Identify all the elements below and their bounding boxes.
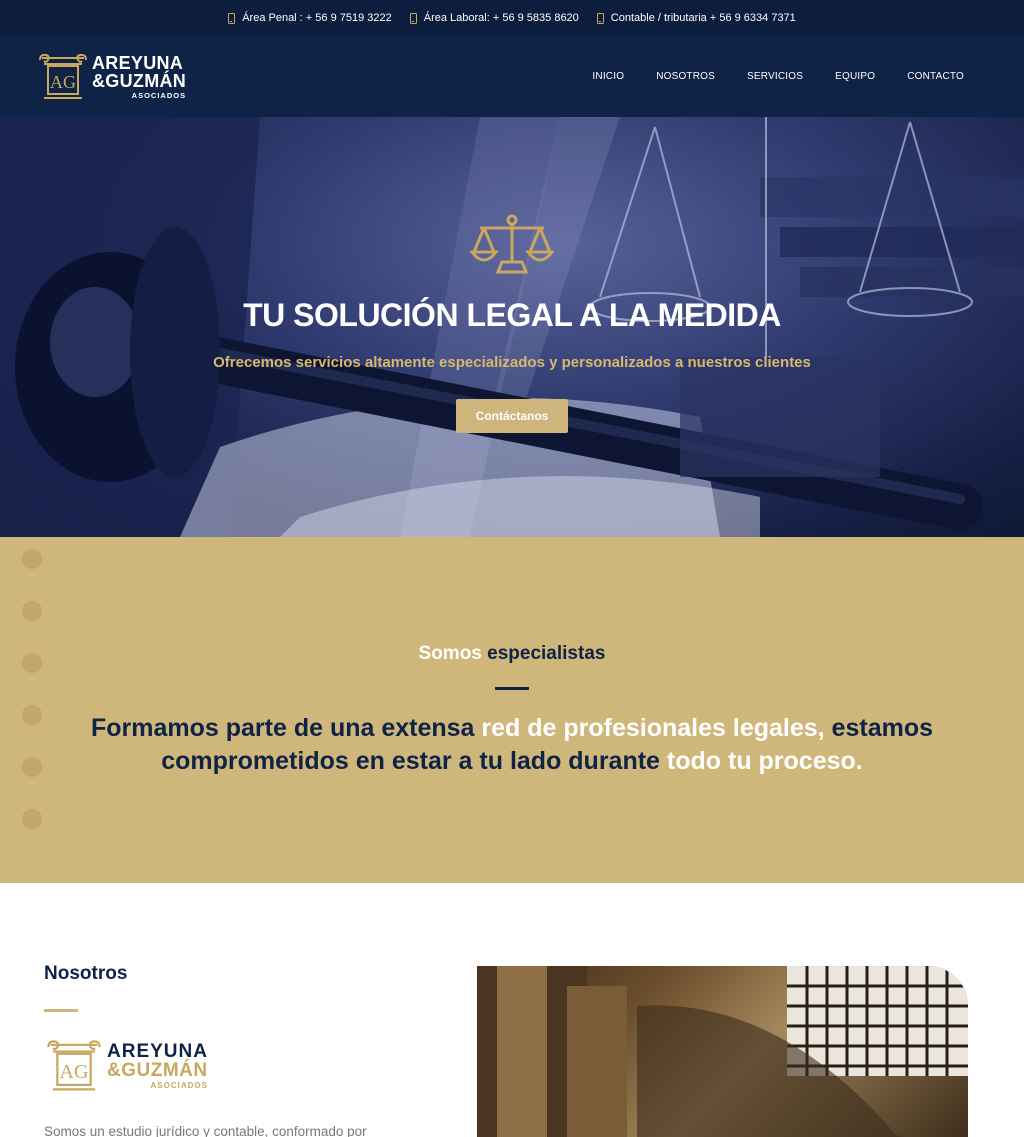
brand-logo[interactable]: AG AREYUNA &GUZMÁN ASOCIADOS — [36, 50, 186, 104]
dot — [22, 757, 42, 777]
kicker-part-b: especialistas — [487, 643, 606, 664]
statement-highlight-1: red de profesionales legales, — [481, 714, 825, 742]
topbar-phone-contable[interactable]: Contable / tributaria + 56 9 6334 7371 — [596, 12, 796, 24]
nav-contacto[interactable]: CONTACTO — [907, 71, 964, 82]
brand-line2: &GUZMÁN — [92, 70, 187, 91]
statement-text-1: Formamos parte de una extensa — [91, 714, 482, 742]
decorative-dots — [22, 549, 42, 829]
brand-wordmark: AREYUNA &GUZMÁN ASOCIADOS — [92, 54, 186, 100]
column-monogram-icon: AG — [47, 1040, 101, 1091]
brand-line3: ASOCIADOS — [131, 90, 187, 100]
topbar-phone-laboral[interactable]: Área Laboral: + 56 9 5835 8620 — [409, 12, 579, 24]
hero-title: TU SOLUCIÓN LEGAL A LA MEDIDA — [243, 297, 781, 333]
specialists-statement: Formamos parte de una extensa red de pro… — [62, 712, 962, 778]
specialists-heading: Somos especialistas — [0, 537, 1024, 665]
brand-line3: ASOCIADOS — [150, 1081, 208, 1090]
statement-highlight-2: todo tu proceso. — [666, 747, 863, 775]
svg-text:AG: AG — [60, 1061, 89, 1083]
phone-icon — [596, 12, 604, 24]
main-nav: INICIO NOSOTROS SERVICIOS EQUIPO CONTACT… — [560, 71, 964, 82]
phone-icon — [228, 12, 236, 24]
section-divider — [495, 687, 529, 690]
phone-icon — [409, 12, 417, 24]
about-text-column: Nosotros AG AREYUNA &GUZMÁN ASOCIADOS So… — [44, 963, 424, 1137]
building-interior-image — [477, 966, 968, 1137]
about-section: Nosotros AG AREYUNA &GUZMÁN ASOCIADOS So… — [0, 883, 1024, 1137]
hero-content: TU SOLUCIÓN LEGAL A LA MEDIDA Ofrecemos … — [0, 212, 1024, 433]
dot — [22, 809, 42, 829]
topbar-phone-penal[interactable]: Área Penal : + 56 9 7519 3222 — [228, 12, 392, 24]
topbar-phone-text: Contable / tributaria + 56 9 6334 7371 — [610, 12, 796, 24]
topbar-phone-text: Área Laboral: + 56 9 5835 8620 — [423, 12, 579, 24]
brand-line1: AREYUNA — [92, 52, 184, 73]
topbar-phone-text: Área Penal : + 56 9 7519 3222 — [242, 12, 392, 24]
topbar: Área Penal : + 56 9 7519 3222 Área Labor… — [0, 0, 1024, 36]
dot — [22, 653, 42, 673]
specialists-section: Somos especialistas Formamos parte de un… — [0, 537, 1024, 883]
nav-equipo[interactable]: EQUIPO — [835, 71, 875, 82]
nav-servicios[interactable]: SERVICIOS — [747, 71, 803, 82]
about-title: Nosotros — [44, 963, 128, 984]
main-navbar: AG AREYUNA &GUZMÁN ASOCIADOS INICIO NOSO… — [0, 36, 1024, 117]
hero-subtitle: Ofrecemos servicios altamente especializ… — [213, 354, 811, 371]
about-building-photo — [477, 966, 968, 1137]
contact-button[interactable]: Contáctanos — [455, 399, 569, 433]
scales-of-justice-icon — [468, 214, 556, 274]
hero-banner: TU SOLUCIÓN LEGAL A LA MEDIDA Ofrecemos … — [0, 117, 1024, 537]
brand-line1: AREYUNA — [107, 1041, 208, 1062]
dot — [22, 601, 42, 621]
dot — [22, 549, 42, 569]
nav-nosotros[interactable]: NOSOTROS — [656, 71, 715, 82]
kicker-part-a: Somos — [418, 643, 482, 664]
section-divider — [44, 1009, 78, 1012]
about-brand-logo: AG AREYUNA &GUZMÁN ASOCIADOS — [44, 1036, 424, 1096]
svg-text:AG: AG — [50, 72, 76, 92]
about-paragraph: Somos un estudio jurídico y contable, co… — [44, 1124, 367, 1137]
column-monogram-icon: AG — [39, 53, 87, 99]
brand-line2: &GUZMÁN — [107, 1060, 208, 1081]
dot — [22, 705, 42, 725]
about-brand-wordmark: AREYUNA &GUZMÁN ASOCIADOS — [107, 1042, 208, 1090]
nav-inicio[interactable]: INICIO — [592, 71, 624, 82]
